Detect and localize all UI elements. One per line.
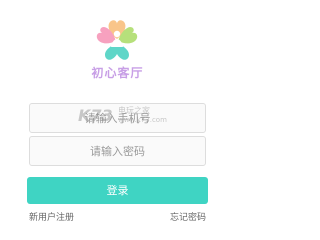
password-field[interactable]: [29, 136, 206, 166]
watermark-url: www.k73.com: [118, 116, 167, 124]
forgot-password-link[interactable]: 忘记密码: [170, 214, 206, 223]
watermark-mark: K73: [78, 106, 113, 125]
watermark: K73 电玩之家 www.k73.com: [78, 104, 173, 128]
login-screen: 初心客厅 登录 新用户注册 忘记密码 K73 电玩之家 www.k73.com: [0, 0, 235, 223]
clover-heart-logo-icon: [96, 20, 138, 60]
register-link[interactable]: 新用户注册: [29, 214, 74, 223]
password-input[interactable]: [30, 137, 205, 165]
login-button[interactable]: 登录: [27, 177, 208, 204]
app-name: 初心客厅: [91, 66, 144, 80]
watermark-name: 电玩之家: [118, 106, 150, 115]
